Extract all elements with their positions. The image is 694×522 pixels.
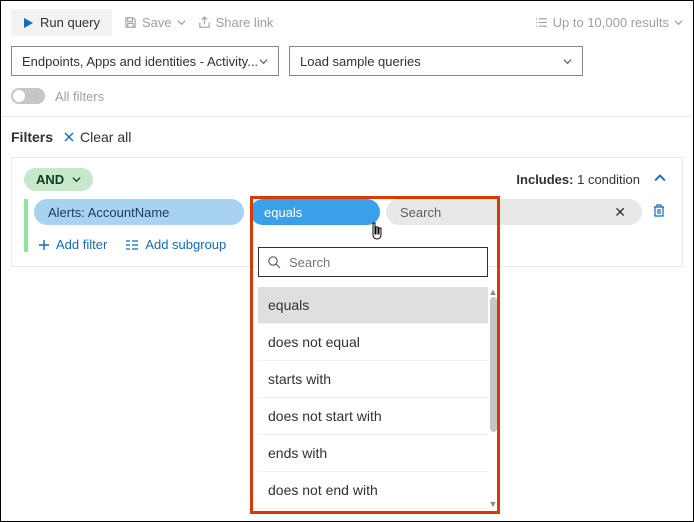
all-filters-row: All filters xyxy=(1,86,693,117)
scroll-down-arrow[interactable]: ▼ xyxy=(488,499,498,509)
search-icon xyxy=(267,255,281,269)
chevron-down-icon xyxy=(563,57,572,66)
chevron-down-icon xyxy=(177,18,186,27)
delete-condition-button[interactable] xyxy=(648,203,670,221)
run-query-label: Run query xyxy=(40,15,100,30)
includes-count: 1 condition xyxy=(577,172,640,187)
condition-field-pill[interactable]: Alerts: AccountName xyxy=(34,199,244,225)
dropdown-item[interactable]: equals xyxy=(258,287,488,324)
plus-icon xyxy=(38,239,50,251)
chevron-down-icon xyxy=(674,18,683,27)
chevron-up-icon xyxy=(654,172,666,184)
filters-header: Filters Clear all xyxy=(1,117,693,153)
dropdown-item[interactable]: ends with xyxy=(258,435,488,472)
filter-group-body: Alerts: AccountName equals Search ✕ Add … xyxy=(24,199,670,252)
filters-title: Filters xyxy=(11,129,53,145)
toolbar: Run query Save Share link Up to 10,000 r… xyxy=(1,1,693,42)
query-selectors: Endpoints, Apps and identities - Activit… xyxy=(1,42,693,86)
clear-all-button[interactable]: Clear all xyxy=(63,129,131,145)
includes-label: Includes: xyxy=(516,172,573,187)
run-query-button[interactable]: Run query xyxy=(11,9,112,36)
dropdown-item[interactable]: starts with xyxy=(258,361,488,398)
collapse-button[interactable] xyxy=(650,168,670,191)
subgroup-icon xyxy=(125,239,139,251)
scroll-up-arrow[interactable]: ▲ xyxy=(488,287,498,297)
share-link-button[interactable]: Share link xyxy=(198,15,274,30)
all-filters-toggle[interactable] xyxy=(11,88,45,104)
condition-operator-pill[interactable]: equals xyxy=(250,199,380,225)
scope-select[interactable]: Endpoints, Apps and identities - Activit… xyxy=(11,46,279,76)
dropdown-list: equals does not equal starts with does n… xyxy=(258,287,488,509)
group-operator-label: AND xyxy=(36,172,64,187)
sample-value: Load sample queries xyxy=(300,54,421,69)
add-filter-button[interactable]: Add filter xyxy=(38,237,107,252)
list-icon xyxy=(535,17,548,28)
results-label: Up to 10,000 results xyxy=(553,15,669,30)
close-icon xyxy=(63,131,75,143)
share-label: Share link xyxy=(216,15,274,30)
save-label: Save xyxy=(142,15,172,30)
condition-value-input[interactable]: Search ✕ xyxy=(386,199,642,225)
condition-operator-label: equals xyxy=(264,205,302,220)
dropdown-item[interactable]: does not equal xyxy=(258,324,488,361)
dropdown-search-input[interactable] xyxy=(287,254,479,271)
dropdown-search[interactable] xyxy=(258,247,488,277)
clear-value-button[interactable]: ✕ xyxy=(612,204,628,221)
add-subgroup-button[interactable]: Add subgroup xyxy=(125,237,226,252)
scroll-thumb[interactable] xyxy=(490,297,497,432)
dropdown-scrollbar[interactable]: ▲ ▼ xyxy=(488,287,498,509)
chevron-down-icon xyxy=(259,57,268,66)
share-icon xyxy=(198,16,211,29)
group-operator-pill[interactable]: AND xyxy=(24,168,93,191)
condition-row: Alerts: AccountName equals Search ✕ xyxy=(34,199,670,225)
dropdown-item[interactable]: does not end with xyxy=(258,472,488,509)
sample-queries-select[interactable]: Load sample queries xyxy=(289,46,583,76)
play-icon xyxy=(23,17,34,29)
chevron-down-icon xyxy=(72,175,81,184)
trash-icon xyxy=(652,203,666,218)
add-filter-label: Add filter xyxy=(56,237,107,252)
includes-summary: Includes: 1 condition xyxy=(516,172,640,187)
dropdown-item[interactable]: does not start with xyxy=(258,398,488,435)
add-subgroup-label: Add subgroup xyxy=(145,237,226,252)
condition-value-placeholder: Search xyxy=(400,205,441,220)
scope-value: Endpoints, Apps and identities - Activit… xyxy=(22,54,258,69)
save-icon xyxy=(124,16,137,29)
condition-field-label: Alerts: AccountName xyxy=(48,205,169,220)
clear-all-label: Clear all xyxy=(80,129,131,145)
save-button[interactable]: Save xyxy=(124,15,186,30)
results-limit-button[interactable]: Up to 10,000 results xyxy=(535,15,683,30)
operator-dropdown: equals does not equal starts with does n… xyxy=(258,247,488,509)
all-filters-label: All filters xyxy=(55,89,104,104)
